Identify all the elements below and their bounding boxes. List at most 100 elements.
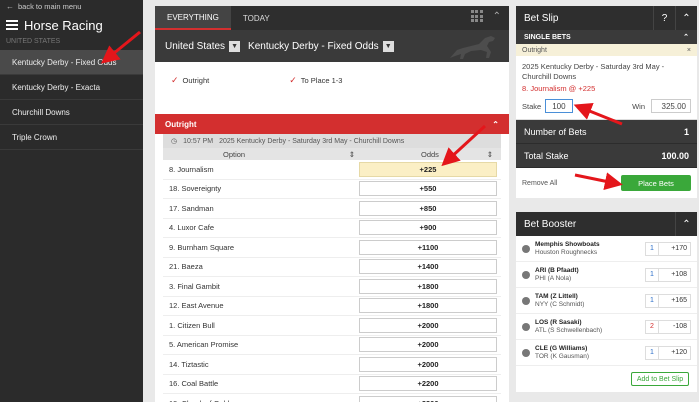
chevron-up-icon[interactable]: ⌃: [683, 33, 689, 41]
column-option[interactable]: Option ⇕: [163, 148, 359, 160]
baseball-icon: [522, 322, 530, 331]
column-odds[interactable]: Odds ⇕: [359, 148, 497, 160]
sidebar-item-label: Churchill Downs: [12, 107, 70, 117]
sidebar-item-triple-crown[interactable]: Triple Crown: [0, 125, 143, 150]
event-bar: ◷ 10:57 PM 2025 Kentucky Derby - Saturda…: [163, 134, 501, 148]
baseball-icon: [522, 296, 530, 305]
bet-booster: Bet Booster ⌃ Memphis Showboats Houston R…: [516, 212, 697, 392]
odds-button[interactable]: +3300: [359, 395, 497, 402]
matchup: LOS (R Sasaki) ATL (S Schwellenbach): [535, 319, 645, 335]
runner-name: 3. Final Gambit: [169, 281, 220, 291]
tab-today[interactable]: TODAY: [231, 6, 282, 30]
bet-selection: 8. Journalism @ +225: [522, 84, 596, 93]
grid-icon[interactable]: [470, 10, 483, 22]
team-1: Memphis Showboats: [535, 240, 600, 248]
market-header[interactable]: Outright ⌃: [155, 114, 509, 134]
column-option-label: Option: [223, 149, 246, 159]
market-dropdown[interactable]: Kentucky Derby - Fixed Odds ▼: [248, 40, 394, 52]
boost-price-button[interactable]: +108: [659, 267, 691, 282]
table-row: 4. Luxor Cafe +900: [163, 219, 501, 238]
column-odds-label: Odds: [421, 149, 439, 159]
odds-button[interactable]: +550: [359, 181, 497, 197]
boost-price-button[interactable]: +120: [659, 345, 691, 360]
number-of-bets-label: Number of Bets: [524, 126, 587, 137]
clock-icon: ◷: [171, 138, 178, 145]
sidebar-item-label: Kentucky Derby - Exacta: [12, 82, 101, 92]
matchup: CLE (G Williams) TOR (K Gausman): [535, 345, 645, 361]
stake-label: Stake: [522, 101, 542, 111]
place-bets-button[interactable]: Place Bets: [621, 175, 691, 191]
odds-button[interactable]: +1800: [359, 298, 497, 314]
odds-button[interactable]: +900: [359, 220, 497, 236]
team-2: NYY (C Schmidt): [535, 300, 585, 308]
sidebar-item-label: Triple Crown: [12, 132, 58, 142]
booster-rows: Memphis Showboats Houston Roughnecks 1 +170…: [516, 236, 697, 366]
sidebar: ← back to main menu Horse Racing UNITED …: [0, 0, 143, 402]
table-row: 8. Journalism +225: [163, 160, 501, 180]
tab-everything[interactable]: EVERYTHING: [155, 6, 231, 30]
odds-button[interactable]: +225: [359, 161, 497, 177]
help-button[interactable]: ?: [653, 6, 675, 30]
check-outright[interactable]: ✓ Outright: [171, 75, 209, 86]
sidebar-item-kentucky-derby-fixed-odds[interactable]: Kentucky Derby - Fixed Odds: [0, 50, 143, 75]
boost-price-button[interactable]: -108: [659, 319, 691, 334]
leg-number[interactable]: 1: [645, 345, 659, 360]
collapse-icon[interactable]: ⌃: [675, 6, 697, 30]
country-dropdown[interactable]: United States ▼: [165, 40, 241, 52]
check-label: To Place 1-3: [300, 75, 343, 85]
sort-icon: ⇕: [486, 149, 493, 159]
back-label: back to main menu: [18, 1, 82, 11]
leg-number[interactable]: 1: [645, 241, 659, 256]
remove-all-link[interactable]: Remove All: [522, 180, 557, 187]
bet-booster-header: Bet Booster ⌃: [516, 212, 697, 236]
stake-input[interactable]: 100: [545, 99, 574, 113]
odds-button[interactable]: +2000: [359, 356, 497, 372]
runner-rows: 8. Journalism +225 18. Sovereignty +550 17. …: [163, 160, 501, 402]
leg-number[interactable]: 1: [645, 267, 659, 282]
collapse-icon[interactable]: ⌃: [675, 212, 697, 236]
odds-button[interactable]: +2000: [359, 337, 497, 353]
table-row: 14. Tiztastic +2000: [163, 355, 501, 375]
odds-button[interactable]: +2200: [359, 376, 497, 392]
sidebar-item-churchill-downs[interactable]: Churchill Downs: [0, 100, 143, 125]
boost-price-button[interactable]: +165: [659, 293, 691, 308]
single-bets-bar: SINGLE BETS ⌃: [516, 30, 697, 44]
bet-slip-header: Bet Slip ? ⌃: [516, 6, 697, 30]
booster-actions: Add to Bet Slip: [516, 366, 697, 392]
market-title: Outright: [165, 119, 197, 129]
leg-number[interactable]: 1: [645, 293, 659, 308]
back-to-main-menu-link[interactable]: ← back to main menu: [0, 0, 143, 12]
checkmark-icon: ✓: [171, 74, 179, 85]
runner-name: 5. American Promise: [169, 340, 239, 350]
runner-name: 16. Coal Battle: [169, 379, 219, 389]
odds-table: ◷ 10:57 PM 2025 Kentucky Derby - Saturda…: [155, 134, 509, 402]
menu-icon[interactable]: [6, 18, 18, 32]
boost-price-button[interactable]: +170: [659, 241, 691, 256]
odds-button[interactable]: +2000: [359, 317, 497, 333]
odds-button[interactable]: +1800: [359, 278, 497, 294]
team-1: LOS (R Sasaki): [535, 318, 582, 326]
sidebar-title-text: Horse Racing: [24, 17, 103, 33]
chevron-up-icon[interactable]: ⌃: [493, 11, 501, 22]
total-stake-value: 100.00: [661, 150, 689, 161]
arrow-left-icon: ←: [6, 1, 14, 11]
table-row: 16. Coal Battle +2200: [163, 375, 501, 394]
list-item: CLE (G Williams) TOR (K Gausman) 1 +120: [516, 340, 697, 366]
add-to-bet-slip-button[interactable]: Add to Bet Slip: [631, 372, 689, 386]
odds-button[interactable]: +1400: [359, 259, 497, 275]
sidebar-title: Horse Racing: [0, 12, 143, 38]
leg-number[interactable]: 2: [645, 319, 659, 334]
check-to-place[interactable]: ✓ To Place 1-3: [289, 75, 342, 86]
chevron-up-icon: ⌃: [492, 119, 499, 129]
market-value: Kentucky Derby - Fixed Odds: [248, 40, 379, 52]
market-type-checks: ✓ Outright ✓ To Place 1-3: [155, 62, 509, 98]
team-2: PHI (A Nola): [535, 274, 572, 282]
bet-slip-title: Bet Slip: [524, 12, 559, 24]
right-panel: Bet Slip ? ⌃ SINGLE BETS ⌃ Outright × 20…: [516, 6, 697, 392]
matchup: Memphis Showboats Houston Roughnecks: [535, 241, 645, 257]
sidebar-item-kentucky-derby-exacta[interactable]: Kentucky Derby - Exacta: [0, 75, 143, 100]
runner-name: 14. Tiztastic: [169, 359, 209, 369]
odds-button[interactable]: +1100: [359, 239, 497, 255]
odds-button[interactable]: +850: [359, 200, 497, 216]
close-icon[interactable]: ×: [687, 47, 691, 54]
